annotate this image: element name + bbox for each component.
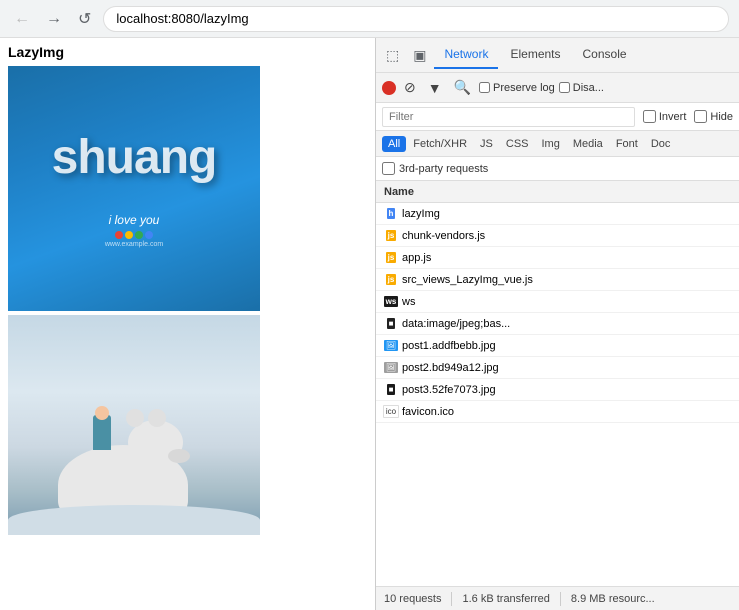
table-row[interactable]: ■ post3.52fe7073.jpg [376, 379, 739, 401]
resources-size: 8.9 MB resourc... [571, 593, 655, 605]
disable-cache-label[interactable]: Disa... [559, 82, 604, 94]
table-row[interactable]: ico favicon.ico [376, 401, 739, 423]
tab-console[interactable]: Console [573, 41, 637, 69]
browser-toolbar: ← → ↺ [0, 0, 739, 38]
img1-subtitle: i love you [109, 213, 160, 227]
js-icon: js [384, 273, 398, 287]
filter-input[interactable] [382, 107, 635, 127]
hide-checkbox[interactable] [694, 110, 707, 123]
type-btn-js[interactable]: JS [474, 136, 499, 152]
table-row[interactable]: js src_views_LazyImg_vue.js [376, 269, 739, 291]
img-icon: ■ [384, 383, 398, 397]
invert-label[interactable]: Invert [643, 110, 687, 123]
device-mode-button[interactable]: ▣ [407, 43, 432, 68]
js-icon: js [384, 251, 398, 265]
devtools-panel: ⬚ ▣ Network Elements Console ⊘ ▼ 🔍 Prese… [375, 38, 739, 610]
record-button[interactable] [382, 81, 396, 95]
lazy-image-1: shuang i love you www.example.com [8, 66, 260, 311]
transferred-size: 1.6 kB transferred [462, 593, 549, 605]
img1-icons [115, 231, 153, 239]
devtools-toolbar: ⊘ ▼ 🔍 Preserve log Disa... [376, 73, 739, 103]
type-btn-css[interactable]: CSS [500, 136, 535, 152]
type-btn-fetchxhr[interactable]: Fetch/XHR [407, 136, 473, 152]
status-bar: 10 requests 1.6 kB transferred 8.9 MB re… [376, 586, 739, 610]
third-party-checkbox[interactable] [382, 162, 395, 175]
page-preview: LazyImg shuang i love you www.example.co… [0, 38, 375, 610]
column-header: Name [376, 181, 739, 203]
img1-main-text: shuang [52, 130, 217, 185]
image-container: shuang i love you www.example.com [0, 66, 375, 535]
disable-cache-checkbox[interactable] [559, 82, 570, 93]
devtools-tabs: ⬚ ▣ Network Elements Console [376, 38, 739, 73]
type-filter-row: All Fetch/XHR JS CSS Img Media Font Doc [376, 131, 739, 157]
search-button[interactable]: 🔍 [450, 77, 475, 98]
html-icon: h [384, 207, 398, 221]
table-row[interactable]: 🖼 post2.bd949a12.jpg [376, 357, 739, 379]
lazy-image-2 [8, 315, 260, 535]
table-row[interactable]: ■ data:image/jpeg;bas... [376, 313, 739, 335]
table-row[interactable]: js chunk-vendors.js [376, 225, 739, 247]
preserve-log-checkbox[interactable] [479, 82, 490, 93]
inspector-icon-button[interactable]: ⬚ [380, 43, 405, 68]
type-btn-font[interactable]: Font [610, 136, 644, 152]
page-title: LazyImg [0, 38, 375, 66]
data-icon: ■ [384, 317, 398, 331]
main-area: LazyImg shuang i love you www.example.co… [0, 38, 739, 610]
stop-button[interactable]: ⊘ [400, 77, 420, 98]
type-btn-doc[interactable]: Doc [645, 136, 677, 152]
preserve-log-label[interactable]: Preserve log [479, 82, 555, 94]
filter-row: Invert Hide [376, 103, 739, 131]
hide-label[interactable]: Hide [694, 110, 733, 123]
type-btn-media[interactable]: Media [567, 136, 609, 152]
table-row[interactable]: ws ws [376, 291, 739, 313]
requests-count: 10 requests [384, 593, 441, 605]
back-button[interactable]: ← [10, 8, 34, 30]
tab-network[interactable]: Network [434, 41, 498, 69]
type-btn-all[interactable]: All [382, 136, 406, 152]
table-row[interactable]: js app.js [376, 247, 739, 269]
img1-small-text: www.example.com [105, 241, 163, 248]
reload-button[interactable]: ↺ [74, 7, 95, 31]
filter-button[interactable]: ▼ [424, 78, 446, 98]
js-icon: js [384, 229, 398, 243]
table-row[interactable]: h lazyImg [376, 203, 739, 225]
status-separator [451, 592, 452, 606]
table-row[interactable]: 🖼 post1.addfbebb.jpg [376, 335, 739, 357]
tab-elements[interactable]: Elements [500, 41, 570, 69]
img-icon: 🖼 [384, 339, 398, 353]
forward-button[interactable]: → [42, 8, 66, 30]
third-party-label[interactable]: 3rd-party requests [382, 162, 488, 175]
ws-icon: ws [384, 295, 398, 309]
fav-icon: ico [384, 405, 398, 419]
address-bar[interactable] [103, 6, 729, 32]
third-party-row: 3rd-party requests [376, 157, 739, 181]
invert-checkbox[interactable] [643, 110, 656, 123]
type-btn-img[interactable]: Img [536, 136, 566, 152]
network-table: h lazyImg js chunk-vendors.js js app.js … [376, 203, 739, 586]
img-icon: 🖼 [384, 361, 398, 375]
status-separator2 [560, 592, 561, 606]
